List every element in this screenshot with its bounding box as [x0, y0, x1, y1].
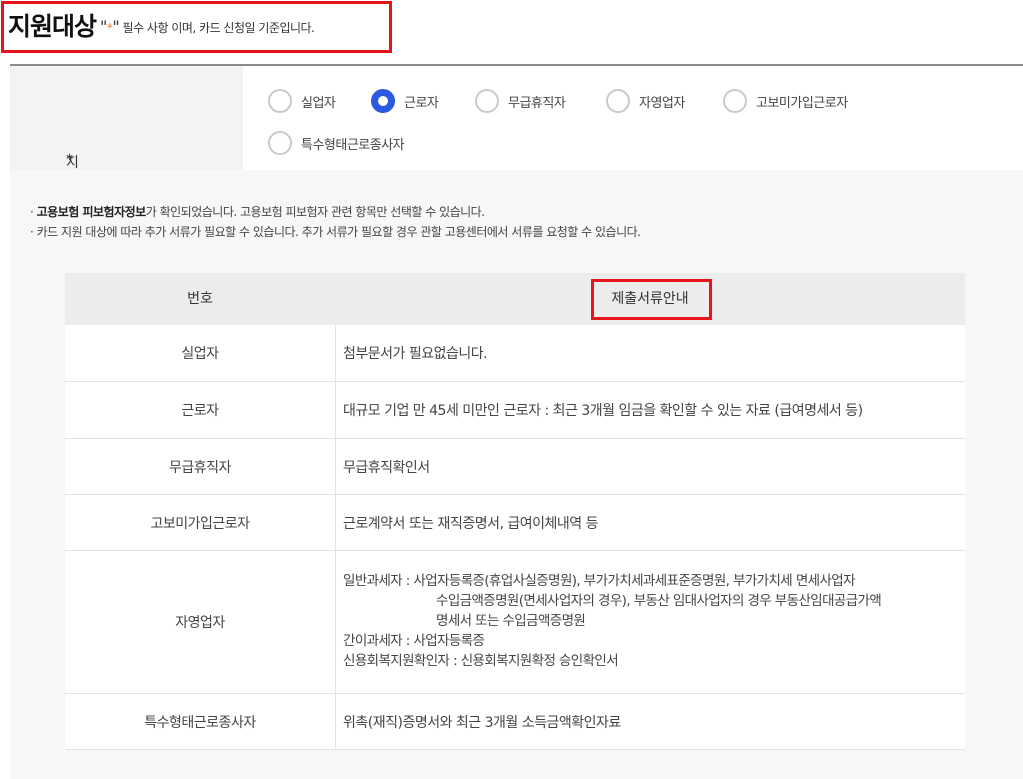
row-documents: 위촉(재직)증명서와 최근 3개월 소득금액확인자료: [343, 714, 621, 731]
row-documents: 일반과세자 : 사업자등록증(휴업사실증명원), 부가가치세과세표준증명원, 부…: [343, 573, 882, 669]
row-documents: 대규모 기업 만 45세 미만인 근로자 : 최근 3개월 임금을 확인할 수 …: [343, 403, 863, 419]
notice-line-1: · 고용보험 피보험자정보가 확인되었습니다. 고용보험 피보험자 관련 항목만…: [30, 205, 485, 219]
radio-circle-icon[interactable]: [268, 89, 292, 113]
row-category: 특수형태근로종사자: [144, 714, 256, 731]
table-header: 번호 제출서류안내: [65, 273, 965, 325]
radio-option-special-worker[interactable]: 특수형태근로종사자: [268, 129, 405, 157]
radio-option-unpaid-leave[interactable]: 무급휴직자: [475, 87, 566, 115]
row-category: 근로자: [181, 403, 219, 419]
radio-option-uninsured-worker[interactable]: 고보미가입근로자: [723, 87, 848, 115]
page-title: 지원대상: [8, 12, 97, 41]
radio-circle-icon[interactable]: [606, 89, 630, 113]
table-row: 무급휴직자 무급휴직확인서: [65, 439, 965, 495]
column-header-number: 번호: [187, 291, 213, 307]
radio-checked-icon[interactable]: [371, 89, 395, 113]
highlight-box-header: [591, 279, 712, 320]
required-note: "*" 필수 사항 이며, 카드 신청일 기준입니다.: [100, 17, 315, 36]
table-row: 근로자 대규모 기업 만 45세 미만인 근로자 : 최근 3개월 임금을 확인…: [65, 382, 965, 439]
radio-option-unemployed[interactable]: 실업자: [268, 87, 336, 115]
radio-circle-icon[interactable]: [723, 89, 747, 113]
row-documents: 근로계약서 또는 재직증명서, 급여이체내역 등: [343, 515, 598, 532]
required-asterisk-icon: *: [66, 152, 73, 168]
row-documents: 무급휴직확인서: [343, 459, 430, 476]
table-row: 자영업자 일반과세자 : 사업자등록증(휴업사실증명원), 부가가치세과세표준증…: [65, 551, 965, 694]
table-row: 특수형태근로종사자 위촉(재직)증명서와 최근 3개월 소득금액확인자료: [65, 694, 965, 750]
radio-option-self-employed[interactable]: 자영업자: [606, 87, 685, 115]
table-row: 실업자 첨부문서가 필요없습니다.: [65, 325, 965, 382]
notice-line-2: · 카드 지원 대상에 따라 추가 서류가 필요할 수 있습니다. 추가 서류가…: [30, 225, 641, 239]
table-row: 고보미가입근로자 근로계약서 또는 재직증명서, 급여이체내역 등: [65, 495, 965, 551]
form-label-cell: 지원대상 *: [10, 66, 243, 231]
radio-circle-icon[interactable]: [475, 89, 499, 113]
row-category: 고보미가입근로자: [150, 515, 250, 532]
radio-option-worker[interactable]: 근로자: [371, 87, 439, 115]
row-category: 실업자: [181, 346, 219, 362]
row-category: 자영업자: [175, 615, 225, 631]
radio-group: 실업자 근로자 무급휴직자 자영업자 고보미가입근로자 특수형태근로종사자: [243, 66, 1023, 171]
row-category: 무급휴직자: [169, 459, 231, 476]
radio-circle-icon[interactable]: [268, 131, 292, 155]
row-documents: 첨부문서가 필요없습니다.: [343, 346, 488, 362]
